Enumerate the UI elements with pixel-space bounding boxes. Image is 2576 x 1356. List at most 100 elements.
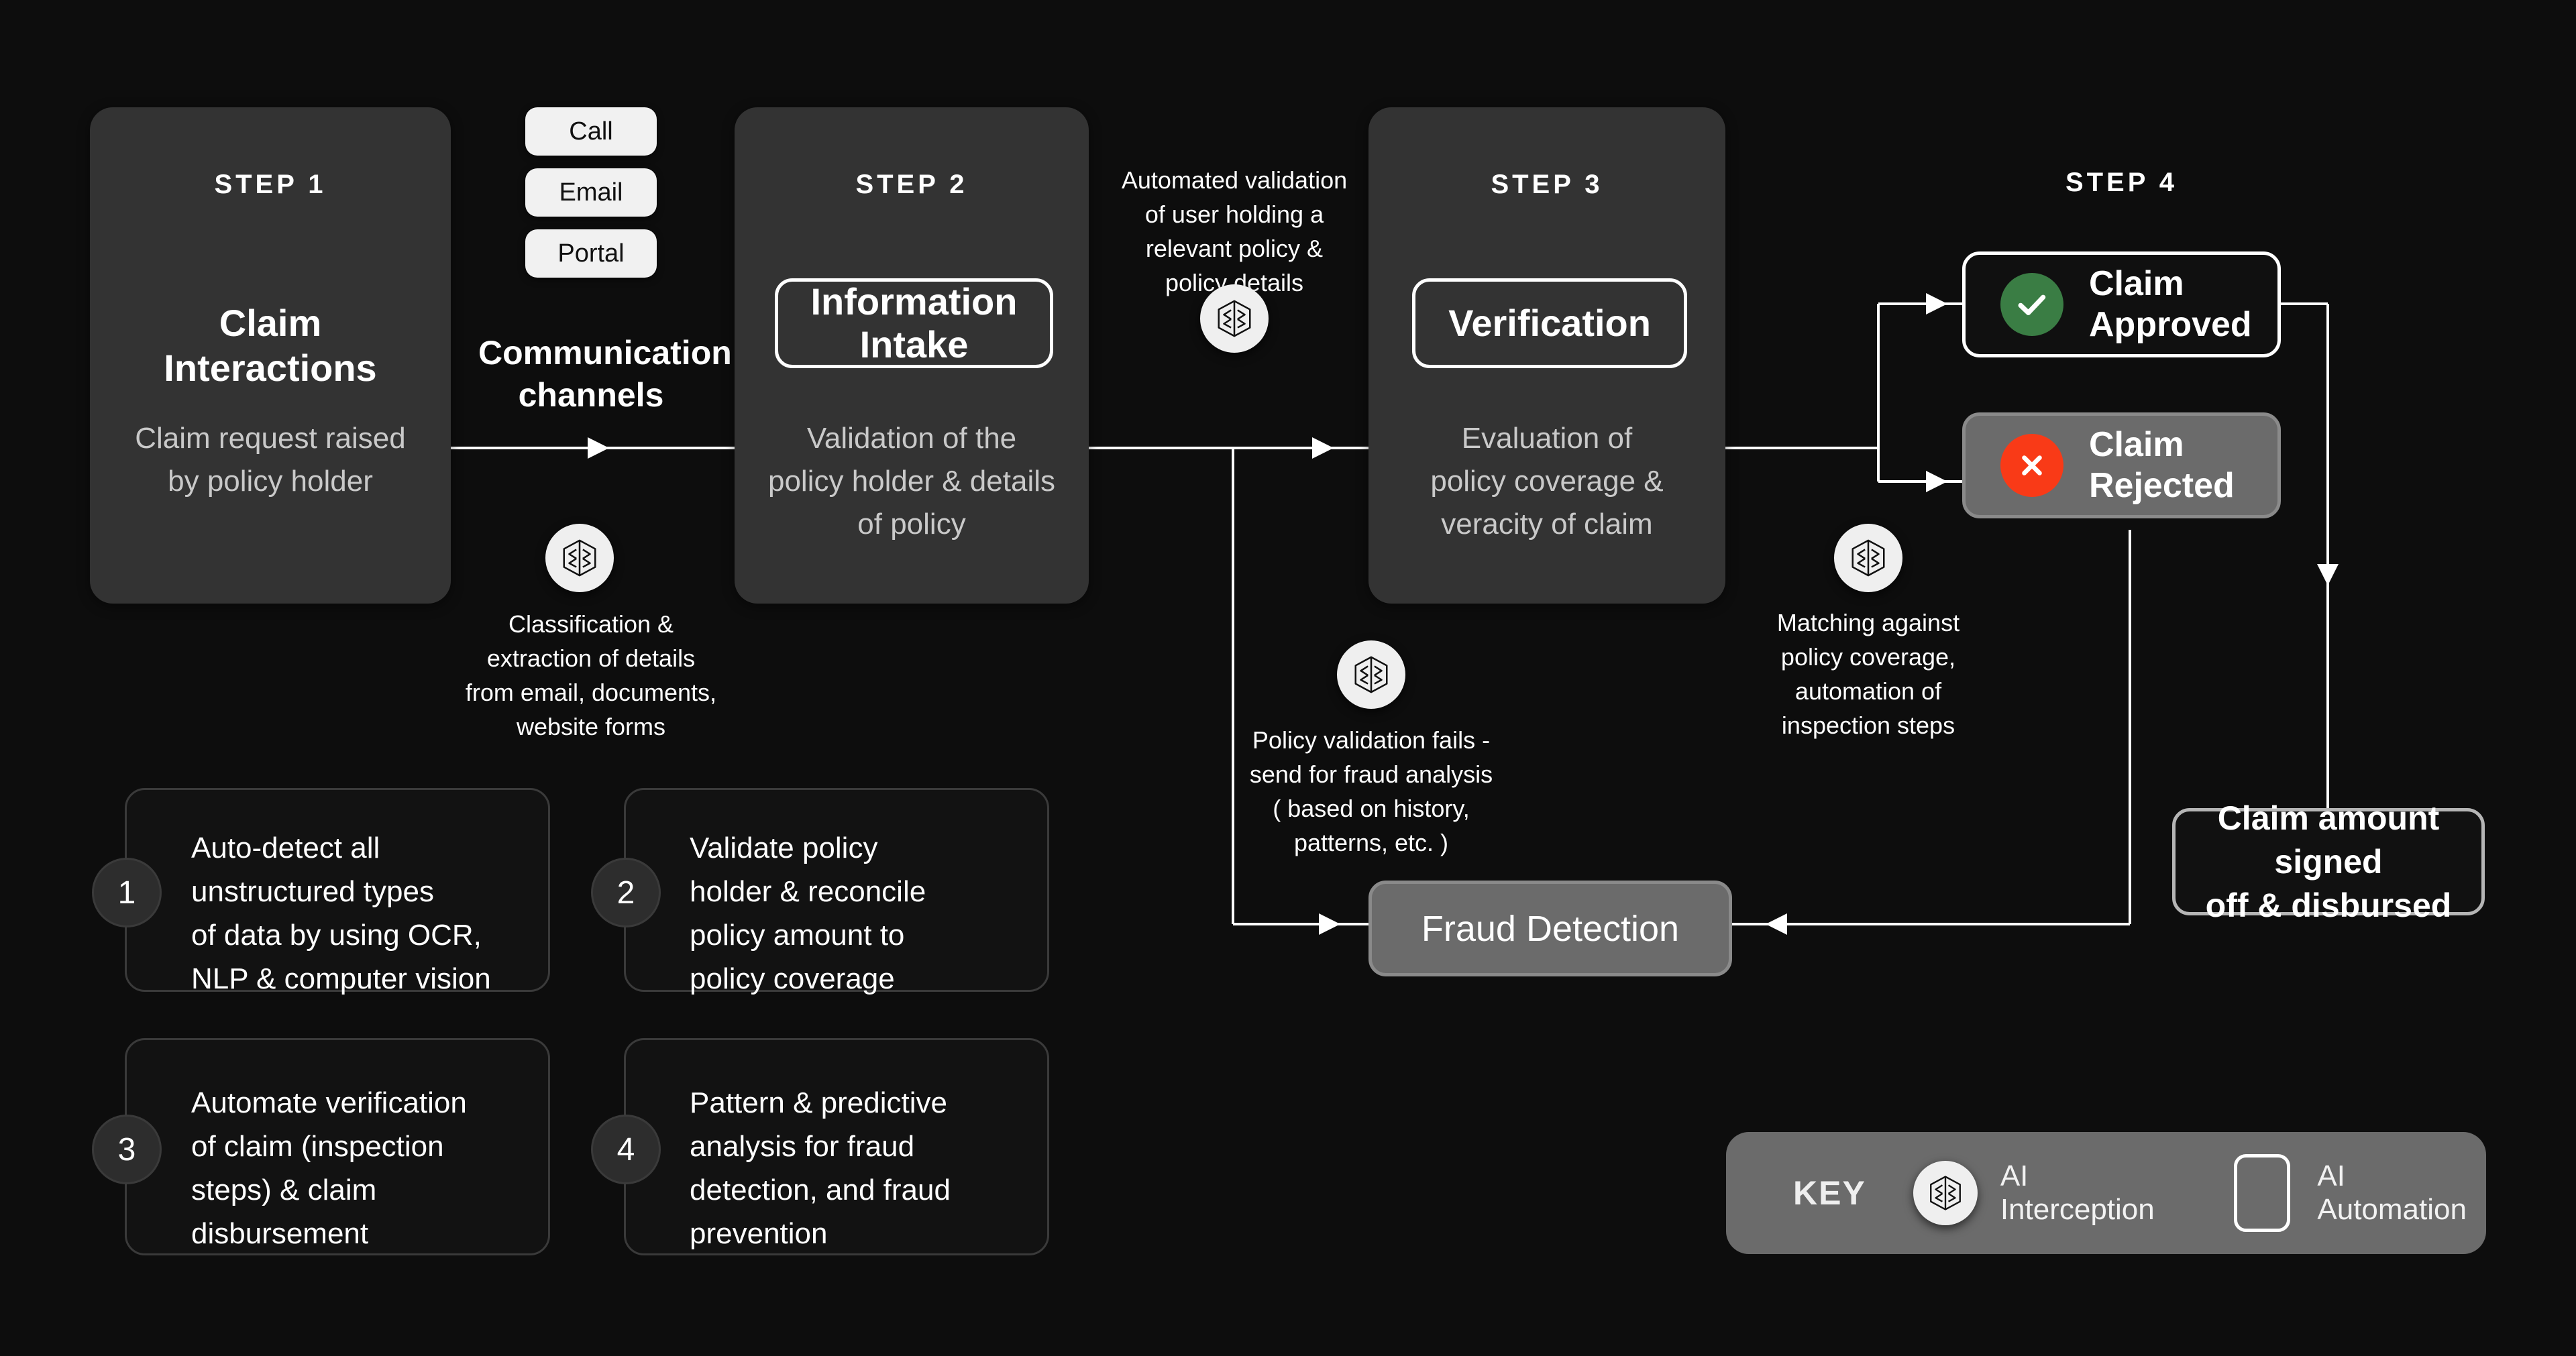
feature-number-badge-4: 4 [591, 1115, 661, 1184]
note-automated-line-2: of user holding a [1144, 201, 1324, 229]
feature-3-line-3: steps) & claim [191, 1174, 377, 1207]
feature-number-1: 1 [117, 874, 136, 911]
note-automated-line-1: Automated validation [1121, 166, 1348, 194]
step-2-desc-line-2: policy holder & details [767, 464, 1055, 498]
ai-interception-icon [1218, 300, 1251, 337]
key-ai-interception-badge [1913, 1161, 1978, 1225]
step-2-title-line-2: Intake [859, 323, 969, 365]
step-4-label: STEP 4 [2065, 168, 2178, 197]
feature-1-line-3: of data by using OCR, [191, 919, 482, 952]
x-circle-icon [2000, 434, 2063, 497]
step-2-label: STEP 2 [855, 170, 968, 199]
feature-4-line-3: detection, and fraud [690, 1174, 951, 1207]
step-2-description: Validation of the policy holder & detail… [735, 417, 1089, 545]
feature-2-line-1: Validate policy [690, 832, 878, 864]
note-classification-line-1: Classification & [508, 610, 674, 638]
ai-interception-icon [1929, 1176, 1961, 1210]
ai-interception-badge-classification [545, 524, 614, 592]
fraud-detection-label: Fraud Detection [1421, 908, 1680, 949]
ai-automation-outline-icon [2234, 1154, 2291, 1232]
feature-3-line-4: disbursement [191, 1217, 369, 1251]
note-matching-policy-coverage: Matching against policy coverage, automa… [1742, 606, 1994, 742]
channel-pill-portal[interactable]: Portal [525, 229, 657, 278]
step-3-desc-line-3: veracity of claim [1441, 507, 1653, 541]
claim-rejected-line-1: Claim [2089, 425, 2184, 464]
feature-1-line-2: unstructured types [191, 875, 434, 909]
feature-number-4: 4 [616, 1131, 635, 1168]
note-matching-line-3: automation of [1794, 677, 1942, 705]
disbursement-line-2: off & disbursed [2205, 886, 2452, 924]
diagram-canvas: STEP 1 Claim Interactions Claim request … [0, 0, 2576, 1356]
step-3-desc-line-1: Evaluation of [1461, 422, 1633, 455]
step-1-desc-line-2: by policy holder [168, 464, 373, 498]
feature-2-line-2: holder & reconcile [690, 875, 926, 909]
note-fraud-line-4: patterns, etc. ) [1293, 829, 1449, 857]
feature-3-line-2: of claim (inspection [191, 1130, 444, 1164]
feature-number-badge-1: 1 [92, 858, 162, 927]
feature-1-line-4: NLP & computer vision [191, 962, 491, 996]
feature-text-1: Auto-detect all unstructured types of da… [191, 826, 540, 1001]
step-1-label: STEP 1 [214, 170, 327, 199]
key-legend: KEY AI Interception AI Automation [1726, 1132, 2486, 1254]
note-fraud-line-2: send for fraud analysis [1249, 760, 1493, 789]
fraud-detection-box[interactable]: Fraud Detection [1368, 881, 1732, 976]
feature-text-4: Pattern & predictive analysis for fraud … [690, 1081, 1038, 1255]
feature-number-2: 2 [616, 874, 635, 911]
note-automated-validation: Automated validation of user holding a r… [1104, 163, 1365, 300]
claim-approved-box[interactable]: Claim Approved [1962, 251, 2281, 357]
step-1-title-line-1: Claim [219, 302, 322, 344]
step-3-description: Evaluation of policy coverage & veracity… [1368, 417, 1725, 545]
feature-text-2: Validate policy holder & reconcile polic… [690, 826, 1038, 1001]
ai-interception-badge-matching [1834, 524, 1902, 592]
feature-4-line-1: Pattern & predictive [690, 1086, 947, 1119]
disbursement-line-1: Claim amount signed [2217, 799, 2440, 881]
key-ai-interception-label: AI Interception [2000, 1160, 2155, 1226]
communication-channels-title: Communication channels [478, 332, 732, 416]
feature-3-line-1: Automate verification [191, 1086, 467, 1119]
feature-text-3: Automate verification of claim (inspecti… [191, 1081, 540, 1255]
note-classification-line-3: from email, documents, [465, 679, 717, 707]
step-3-title-box: Verification [1412, 278, 1687, 368]
channels-title-line-1: Communication [478, 334, 732, 372]
note-classification: Classification & extraction of details f… [465, 607, 717, 744]
note-policy-validation-fails: Policy validation fails - send for fraud… [1240, 723, 1503, 860]
channels-title-line-2: channels [518, 376, 664, 414]
step-1-title-line-2: Interactions [164, 347, 377, 390]
feature-2-line-3: policy amount to [690, 919, 905, 952]
step-2-desc-line-1: Validation of the [806, 422, 1017, 455]
channel-pill-portal-label: Portal [557, 239, 625, 268]
feature-number-badge-2: 2 [591, 858, 661, 927]
step-2-title-box: Information Intake [775, 278, 1053, 368]
claim-disbursement-box[interactable]: Claim amount signed off & disbursed [2172, 799, 2485, 924]
step-3-label: STEP 3 [1491, 170, 1603, 199]
feature-number-badge-3: 3 [92, 1115, 162, 1184]
claim-rejected-box[interactable]: Claim Rejected [1962, 412, 2281, 518]
channel-pill-call[interactable]: Call [525, 107, 657, 156]
note-fraud-line-1: Policy validation fails - [1252, 726, 1491, 754]
claim-approved-line-2: Approved [2089, 305, 2252, 344]
claim-rejected-line-2: Rejected [2089, 466, 2235, 505]
note-automated-line-3: relevant policy & [1145, 235, 1324, 263]
feature-number-3: 3 [117, 1131, 136, 1168]
note-classification-line-2: extraction of details [486, 644, 696, 673]
ai-interception-badge-automated-validation [1200, 284, 1269, 353]
channel-pill-call-label: Call [569, 117, 613, 146]
key-ai-automation-label: AI Automation [2317, 1160, 2467, 1226]
key-legend-title: KEY [1793, 1174, 1866, 1212]
step-2-title-line-1: Information [810, 280, 1018, 323]
claim-approved-line-1: Claim [2089, 264, 2184, 303]
step-3-title-label: Verification [1448, 301, 1651, 344]
channel-pill-email-label: Email [559, 178, 623, 207]
note-matching-line-1: Matching against [1776, 609, 1960, 636]
ai-interception-icon [563, 539, 596, 577]
step-3-desc-line-2: policy coverage & [1430, 464, 1664, 498]
note-matching-line-4: inspection steps [1781, 712, 1955, 740]
feature-1-line-1: Auto-detect all [191, 832, 380, 864]
claim-rejected-label: Claim Rejected [2089, 425, 2235, 507]
channel-pill-email[interactable]: Email [525, 168, 657, 217]
ai-interception-badge-policy-fails [1337, 640, 1405, 709]
note-classification-line-4: website forms [516, 713, 666, 741]
feature-4-line-2: analysis for fraud [690, 1130, 915, 1164]
feature-2-line-4: policy coverage [690, 962, 895, 996]
check-circle-icon [2000, 273, 2063, 336]
